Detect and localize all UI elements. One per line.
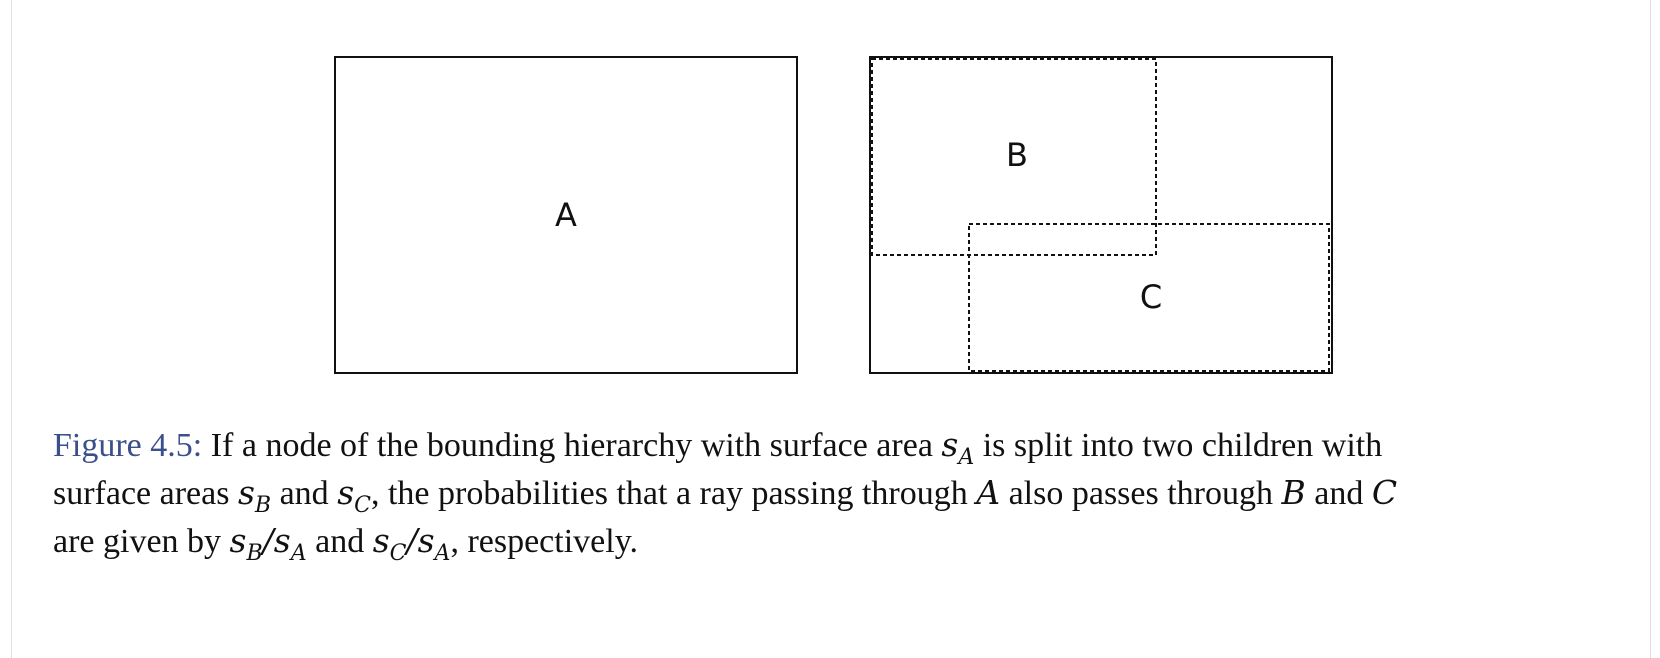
math-a: A bbox=[976, 473, 1001, 512]
bounding-hierarchy-figure: A B C bbox=[334, 56, 1333, 374]
caption-line-2: surface areas sB and sC, the probabiliti… bbox=[53, 469, 1613, 517]
caption-text: surface areas bbox=[53, 475, 238, 512]
caption-text: are given by bbox=[53, 523, 230, 560]
parent-box bbox=[869, 56, 1333, 374]
caption-line-1: Figure 4.5: If a node of the bounding hi… bbox=[53, 421, 1613, 469]
caption-text: , respectively. bbox=[450, 523, 638, 560]
figure-label: Figure 4.5: bbox=[53, 427, 203, 464]
figure-caption: Figure 4.5: If a node of the bounding hi… bbox=[53, 421, 1613, 565]
math-b: B bbox=[1281, 473, 1306, 512]
caption-text: If a node of the bounding hierarchy with… bbox=[202, 427, 942, 464]
caption-text: and bbox=[306, 523, 373, 560]
math-ratio-c-a: sC/sA bbox=[372, 521, 451, 566]
caption-text: also passes through bbox=[1000, 475, 1282, 512]
caption-line-3: are given by sB/sA and sC/sA, respective… bbox=[53, 517, 1613, 565]
caption-text: and bbox=[271, 475, 338, 512]
math-s-c: sC bbox=[337, 473, 371, 518]
math-s-b: sB bbox=[237, 473, 272, 518]
box-c-label: C bbox=[1140, 278, 1162, 316]
caption-text: , the probabilities that a ray passing t… bbox=[370, 475, 977, 512]
math-c: C bbox=[1371, 473, 1398, 512]
math-ratio-b-a: sB/sA bbox=[229, 521, 307, 566]
caption-text: and bbox=[1305, 475, 1372, 512]
caption-text: is split into two children with bbox=[974, 427, 1383, 464]
box-b-label: B bbox=[1006, 136, 1028, 174]
math-s-a: sA bbox=[941, 425, 975, 470]
box-a-label: A bbox=[555, 196, 577, 234]
